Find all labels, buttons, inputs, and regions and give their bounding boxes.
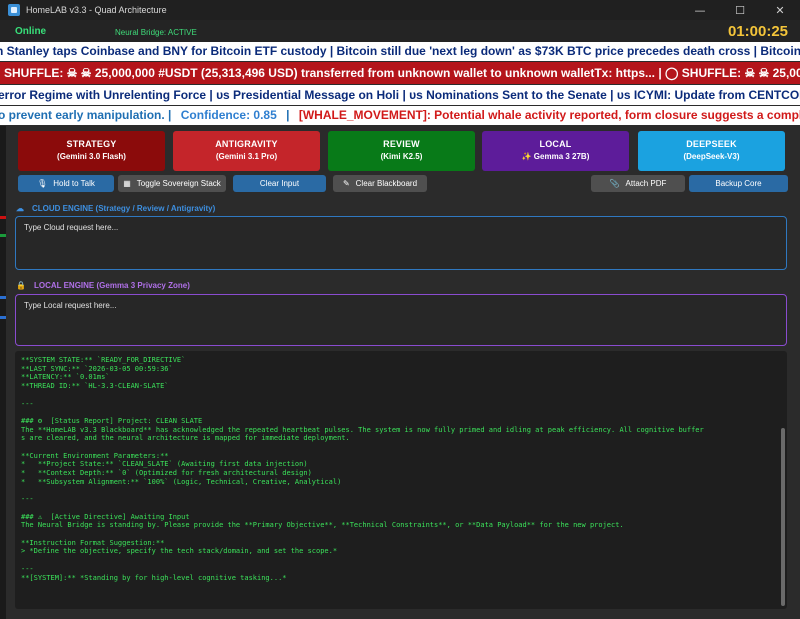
engine-name: DEEPSEEK xyxy=(686,139,737,149)
output-line: * **Project State:** `CLEAN_SLATE` (Awai… xyxy=(21,460,308,469)
ticker-separator: | xyxy=(286,108,290,122)
toggle-sovereign-label: Toggle Sovereign Stack xyxy=(136,179,221,188)
toggle-sovereign-stack-button[interactable]: ▦ Toggle Sovereign Stack xyxy=(118,175,226,192)
local-input-placeholder: Type Local request here... xyxy=(24,301,117,310)
paperclip-icon: 📎 xyxy=(609,179,620,188)
engine-model: (Gemini 3.1 Pro) xyxy=(215,152,278,161)
ticker-prefix: o prevent early manipulation. | xyxy=(0,108,172,122)
output-line: **LATENCY:** `0.01ms` xyxy=(21,373,110,382)
window-title: HomeLAB v3.3 - Quad Architecture xyxy=(26,5,167,15)
output-line: The Neural Bridge is standing by. Please… xyxy=(21,521,624,530)
engine-model: (Gemini 3.0 Flash) xyxy=(57,152,126,161)
output-line: ### ⚙ [Status Report] Project: CLEAN SLA… xyxy=(21,416,203,425)
side-gutter xyxy=(0,126,6,619)
output-line: **SYSTEM STATE:** `READY_FOR_DIRECTIVE` xyxy=(21,356,186,364)
news-ticker-whale: SHUFFLE: ☠ ☠ 25,000,000 #USDT (25,313,49… xyxy=(0,62,800,84)
output-line: * **Context Depth:** `0` (Optimized for … xyxy=(21,469,312,478)
output-line: --- xyxy=(21,399,34,408)
news-ticker-politics: error Regime with Unrelenting Force | ᴜѕ… xyxy=(0,85,800,105)
layers-icon: ▦ xyxy=(123,179,131,188)
status-bar: Online Neural Bridge: ACTIVE 01:00:25 xyxy=(0,20,800,42)
cloud-icon: ☁ xyxy=(16,204,24,213)
clear-blackboard-label: Clear Blackboard xyxy=(355,179,418,188)
engine-name: LOCAL xyxy=(539,139,572,149)
output-line: **Instruction Format Suggestion:** xyxy=(21,538,165,547)
news-ticker-crypto: n Stanley taps Coinbase and BNY for Bitc… xyxy=(0,42,800,61)
engine-name: ANTIGRAVITY xyxy=(215,139,278,149)
window-controls: — ☐ ✕ xyxy=(680,0,800,20)
attach-pdf-label: Attach PDF xyxy=(625,179,667,188)
output-line: **[SYSTEM]:** *Standing by for high-leve… xyxy=(21,573,287,582)
confidence-value: Confidence: 0.85 xyxy=(180,108,277,122)
session-timer: 01:00:25 xyxy=(727,23,788,40)
minimize-button[interactable]: — xyxy=(680,0,720,20)
neural-bridge-status: Neural Bridge: ACTIVE xyxy=(115,28,197,37)
engine-model: (DeepSeek-V3) xyxy=(683,152,740,161)
cloud-input-placeholder: Type Cloud request here... xyxy=(24,223,119,232)
backup-core-button[interactable]: Backup Core xyxy=(689,175,788,192)
blackboard-output[interactable]: **SYSTEM STATE:** `READY_FOR_DIRECTIVE` *… xyxy=(15,351,787,609)
output-line: The **HomeLAB v3.3 Blackboard** has ackn… xyxy=(21,425,704,434)
output-line: s are cleared, and the neural architectu… xyxy=(21,434,350,443)
cloud-engine-title: CLOUD ENGINE (Strategy / Review / Antigr… xyxy=(32,204,216,213)
engine-button-deepseek[interactable]: DEEPSEEK (DeepSeek-V3) xyxy=(638,131,785,171)
local-engine-title: LOCAL ENGINE (Gemma 3 Privacy Zone) xyxy=(33,281,190,290)
attach-pdf-button[interactable]: 📎 Attach PDF xyxy=(591,175,685,192)
clear-input-label: Clear Input xyxy=(259,179,300,188)
close-button[interactable]: ✕ xyxy=(760,0,800,20)
microphone-icon: 🎙 xyxy=(37,179,48,188)
cloud-engine-label: ☁ CLOUD ENGINE (Strategy / Review / Antig… xyxy=(16,204,215,213)
engine-model: ✨ Gemma 3 27B) xyxy=(521,152,590,161)
signal-ticker: o prevent early manipulation. | Confiden… xyxy=(0,106,800,125)
backup-core-label: Backup Core xyxy=(715,179,762,188)
ticker-text: error Regime with Unrelenting Force | ᴜѕ… xyxy=(0,88,800,102)
brush-icon: ✎ xyxy=(342,179,350,188)
output-line: **LAST SYNC:** `2026-03-05 00:59:36` xyxy=(21,364,173,373)
app-icon xyxy=(8,4,20,16)
output-line: * **Subsystem Alignment:** `100%` (Logic… xyxy=(21,477,342,486)
title-bar: HomeLAB v3.3 - Quad Architecture — ☐ ✕ xyxy=(0,0,800,20)
engine-button-review[interactable]: REVIEW (Kimi K2.5) xyxy=(328,131,475,171)
ticker-text: SHUFFLE: ☠ ☠ 25,000,000 #USDT (25,313,49… xyxy=(4,66,800,80)
engine-button-strategy[interactable]: STRATEGY (Gemini 3.0 Flash) xyxy=(18,131,165,171)
local-request-input[interactable]: Type Local request here... xyxy=(15,294,787,346)
engine-model: (Kimi K2.5) xyxy=(380,152,423,161)
clear-blackboard-button[interactable]: ✎ Clear Blackboard xyxy=(333,175,427,192)
output-line: --- xyxy=(21,564,34,573)
output-scrollbar[interactable] xyxy=(781,428,785,606)
engine-button-antigravity[interactable]: ANTIGRAVITY (Gemini 3.1 Pro) xyxy=(173,131,320,171)
hold-to-talk-label: Hold to Talk xyxy=(53,179,95,188)
whale-alert: [WHALE_MOVEMENT]: Potential whale activi… xyxy=(298,108,800,122)
cloud-request-input[interactable]: Type Cloud request here... xyxy=(15,216,787,270)
online-status: Online xyxy=(15,26,47,37)
engine-name: REVIEW xyxy=(383,139,420,149)
output-line: **THREAD ID:** `HL-3.3-CLEAN-SLATE` xyxy=(21,382,169,391)
output-line: ### ⚠ [Active Directive] Awaiting Input xyxy=(21,512,190,521)
output-line: --- xyxy=(21,495,34,504)
hold-to-talk-button[interactable]: 🎙 Hold to Talk xyxy=(18,175,114,192)
local-engine-label: 🔒 LOCAL ENGINE (Gemma 3 Privacy Zone) xyxy=(16,281,190,290)
output-line: **Current Environment Parameters:** xyxy=(21,451,169,460)
lock-icon: 🔒 xyxy=(16,281,26,290)
engine-button-local[interactable]: LOCAL ✨ Gemma 3 27B) xyxy=(482,131,629,171)
output-lines: **SYSTEM STATE:** `READY_FOR_DIRECTIVE` *… xyxy=(21,356,781,582)
ticker-text: n Stanley taps Coinbase and BNY for Bitc… xyxy=(0,44,800,58)
output-line: > *Define the objective, specify the tec… xyxy=(21,547,338,556)
engine-name: STRATEGY xyxy=(66,139,117,149)
maximize-button[interactable]: ☐ xyxy=(720,0,760,20)
clear-input-button[interactable]: Clear Input xyxy=(233,175,326,192)
